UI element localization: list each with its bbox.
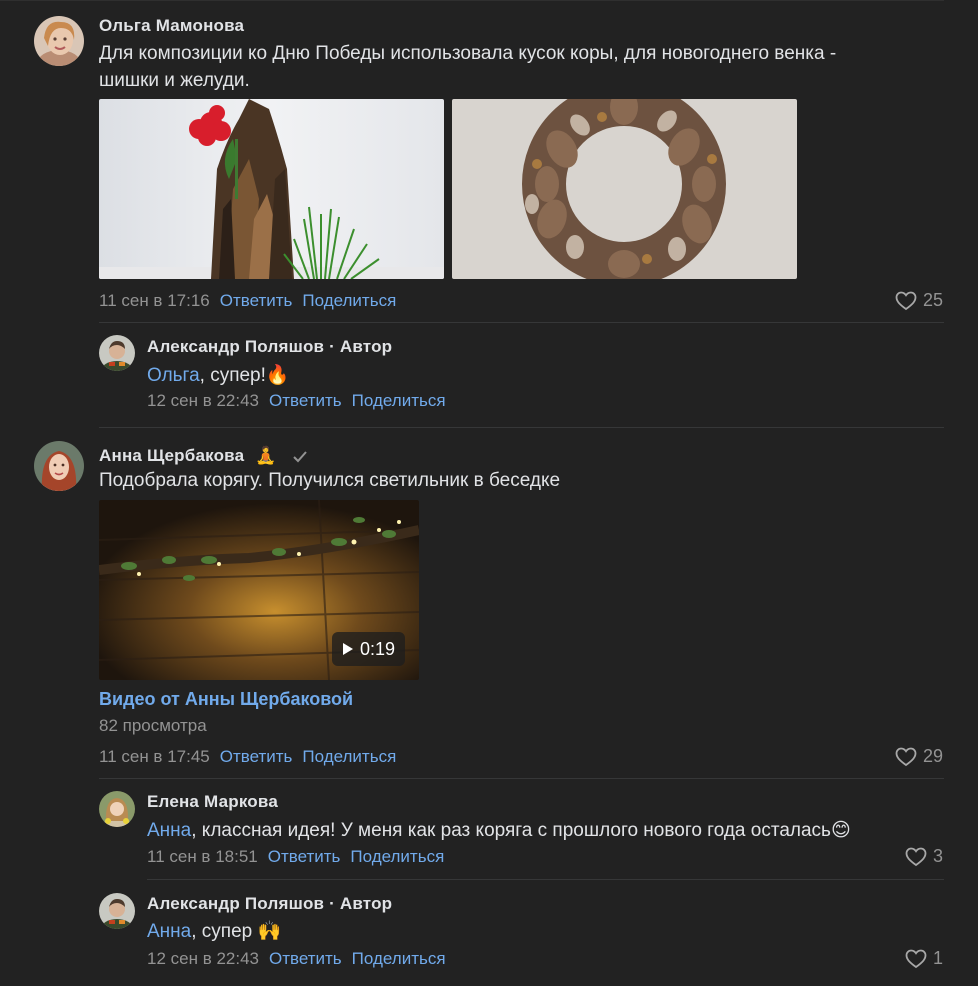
video-thumbnail[interactable]: 0:19 <box>99 500 419 680</box>
like-button[interactable]: 3 <box>905 846 943 867</box>
share-button[interactable]: Поделиться <box>352 391 446 410</box>
share-button[interactable]: Поделиться <box>302 747 396 766</box>
reply-text: Анна, супер 🙌 <box>147 920 282 942</box>
fire-emoji: 🔥 <box>265 364 290 386</box>
mention-link[interactable]: Анна <box>147 921 191 942</box>
reply-author[interactable]: Елена Маркова <box>147 792 278 812</box>
like-count: 25 <box>922 290 943 310</box>
like-button[interactable]: 1 <box>905 948 943 969</box>
reply-meta: 11 сен в 18:51 Ответить Поделиться <box>147 847 444 867</box>
reply-meta: 12 сен в 22:43 Ответить Поделиться <box>147 949 446 969</box>
comment-date[interactable]: 11 сен в 17:16 <box>99 291 210 310</box>
video-duration-badge: 0:19 <box>331 632 405 666</box>
top-divider <box>0 0 944 1</box>
reply-button[interactable]: Ответить <box>220 747 293 766</box>
like-count: 1 <box>932 948 943 968</box>
heart-icon <box>895 747 917 766</box>
divider <box>99 778 944 779</box>
comment-text-line1: Для композиции ко Дню Победы использовал… <box>99 43 837 64</box>
like-count: 29 <box>922 746 943 766</box>
divider <box>99 322 944 323</box>
heart-icon <box>895 291 917 310</box>
like-button[interactable]: 29 <box>895 746 943 767</box>
reply-date[interactable]: 12 сен в 22:43 <box>147 949 259 968</box>
author-name-link[interactable]: Анна Щербакова <box>99 446 244 465</box>
comment-author[interactable]: Ольга Мамонова <box>99 16 244 36</box>
comment-author: Анна Щербакова 🧘 <box>99 446 308 466</box>
reply-button[interactable]: Ответить <box>269 391 342 410</box>
avatar[interactable] <box>99 791 135 827</box>
photo-pinecone-wreath[interactable] <box>452 99 797 279</box>
share-button[interactable]: Поделиться <box>302 291 396 310</box>
heart-icon <box>905 847 927 866</box>
reply-button[interactable]: Ответить <box>268 847 341 866</box>
comment-date[interactable]: 11 сен в 17:45 <box>99 747 210 766</box>
divider <box>147 879 944 880</box>
photo-bark-composition[interactable] <box>99 99 444 279</box>
comment-text: Подобрала корягу. Получился светильник в… <box>99 470 561 491</box>
reply-text: Анна, классная идея! У меня как раз коря… <box>147 819 851 841</box>
avatar[interactable] <box>99 335 135 371</box>
play-icon <box>342 643 353 655</box>
avatar[interactable] <box>34 16 84 66</box>
mention-link[interactable]: Анна <box>147 820 191 841</box>
avatar[interactable] <box>34 441 84 491</box>
reply-date[interactable]: 11 сен в 18:51 <box>147 847 258 866</box>
like-count: 3 <box>932 846 943 866</box>
reply-date[interactable]: 12 сен в 22:43 <box>147 391 259 410</box>
share-button[interactable]: Поделиться <box>350 847 444 866</box>
divider <box>99 427 944 428</box>
reply-meta: 12 сен в 22:43 Ответить Поделиться <box>147 391 446 411</box>
video-views: 82 просмотра <box>99 716 207 735</box>
raised-hands-emoji: 🙌 <box>257 920 282 942</box>
verified-check-icon <box>292 450 307 462</box>
smile-emoji: 😊 <box>830 819 851 841</box>
avatar[interactable] <box>99 893 135 929</box>
reply-button[interactable]: Ответить <box>220 291 293 310</box>
status-emoji: 🧘 <box>255 446 277 466</box>
comment-meta: 11 сен в 17:16 Ответить Поделиться <box>99 291 396 311</box>
reply-author[interactable]: Александр Поляшов · Автор <box>147 894 392 914</box>
video-title-link[interactable]: Видео от Анны Щербаковой <box>99 689 353 710</box>
share-button[interactable]: Поделиться <box>352 949 446 968</box>
comment-text-line2: шишки и желуди. <box>99 70 250 91</box>
comment-meta: 11 сен в 17:45 Ответить Поделиться <box>99 747 396 767</box>
heart-icon <box>905 949 927 968</box>
mention-link[interactable]: Ольга <box>147 365 200 386</box>
reply-button[interactable]: Ответить <box>269 949 342 968</box>
reply-text: Ольга, супер!🔥 <box>147 364 290 386</box>
like-button[interactable]: 25 <box>895 290 943 311</box>
reply-author[interactable]: Александр Поляшов · Автор <box>147 337 392 357</box>
